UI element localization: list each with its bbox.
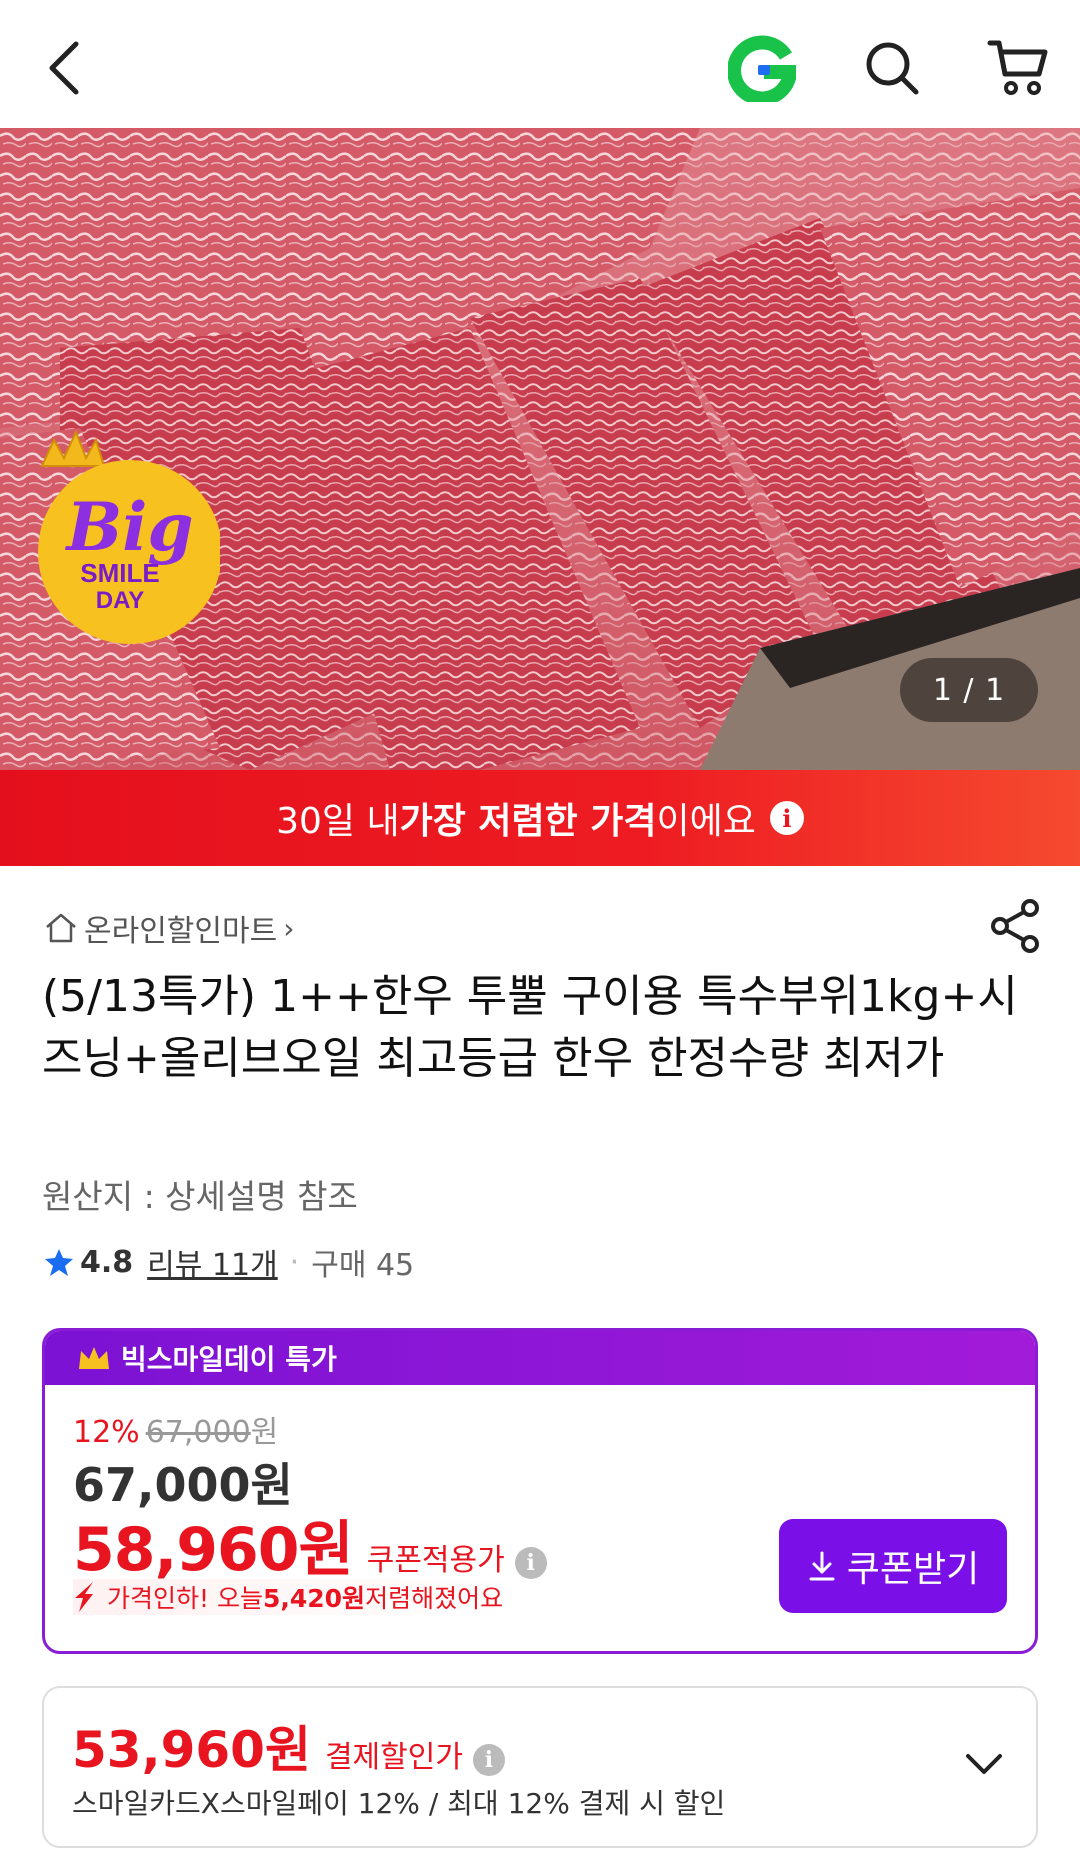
cart-icon xyxy=(987,40,1048,95)
banner-text-bold: 가장 저렴한 가격 xyxy=(399,801,657,842)
payment-discount-box[interactable]: 53,960원 결제할인가 i 스마일카드X스마일페이 12% / 최대 12%… xyxy=(42,1686,1038,1848)
big-smile-day-price-box: 빅스마일데이 특가 12% 67,000원 67,000원 58,960원 쿠폰적… xyxy=(42,1328,1038,1654)
original-price: 67,000 xyxy=(145,1415,251,1450)
image-counter: 1 / 1 xyxy=(900,658,1038,722)
promo-header-text: 빅스마일데이 특가 xyxy=(121,1343,337,1376)
search-button[interactable] xyxy=(852,28,932,108)
get-coupon-label: 쿠폰받기 xyxy=(846,1549,980,1590)
rating-score: 4.8 xyxy=(80,1244,134,1280)
info-icon[interactable]: i xyxy=(769,801,804,835)
chevron-down-icon xyxy=(966,1754,1002,1774)
coupon-price-label: 쿠폰적용가 xyxy=(366,1543,505,1578)
price-drop-pre: 가격인하! 오늘 xyxy=(107,1584,263,1613)
reviews-link[interactable]: 리뷰 11개 xyxy=(147,1240,278,1284)
promo-header: 빅스마일데이 특가 xyxy=(45,1331,1035,1385)
share-icon xyxy=(991,899,1039,953)
discount-percent: 12% xyxy=(73,1415,140,1450)
share-button[interactable] xyxy=(988,898,1044,954)
badge-big-text: Big xyxy=(64,488,193,566)
banner-text-post: 이에요 xyxy=(656,801,756,842)
expand-button[interactable] xyxy=(954,1734,1014,1794)
payment-price-row: 53,960원 결제할인가 i xyxy=(72,1710,505,1782)
coupon-price: 58,960원 xyxy=(73,1515,354,1585)
rating-row: 4.8 리뷰 11개 · 구매 45 xyxy=(44,1240,414,1284)
lowest-price-banner: 30일 내 가장 저렴한 가격 이에요 i xyxy=(0,770,1080,866)
separator-dot: · xyxy=(289,1244,300,1280)
coupon-price-row: 58,960원 쿠폰적용가 i xyxy=(73,1501,547,1588)
price-down-arrow-icon xyxy=(75,1582,93,1612)
top-bar xyxy=(0,0,1080,128)
big-smile-day-badge: Big SMILE DAY xyxy=(30,412,222,652)
banner-text-pre: 30일 내 xyxy=(276,801,400,842)
home-icon xyxy=(46,913,76,943)
purchase-count: 구매 45 xyxy=(311,1248,415,1283)
price-drop-amount: 5,420원 xyxy=(262,1584,366,1613)
get-coupon-button[interactable]: 쿠폰받기 xyxy=(779,1519,1007,1613)
discount-row: 12% 67,000원 xyxy=(73,1407,278,1451)
gmarket-logo-button[interactable] xyxy=(722,28,802,108)
won-unit: 원 xyxy=(250,1415,279,1450)
back-button[interactable] xyxy=(24,28,104,108)
info-icon[interactable]: i xyxy=(472,1744,505,1776)
payment-discount-desc: 스마일카드X스마일페이 12% / 최대 12% 결제 시 할인 xyxy=(72,1787,726,1820)
price-drop-notice: 가격인하! 오늘 5,420원 저렴해졌어요 xyxy=(73,1579,514,1615)
origin-info: 원산지 : 상세설명 참조 xyxy=(42,1177,358,1216)
chevron-left-icon xyxy=(49,41,79,95)
chevron-right-icon: › xyxy=(283,911,295,945)
seller-name: 온라인할인마트 xyxy=(84,914,278,949)
cart-button[interactable] xyxy=(978,28,1058,108)
badge-day-text: DAY xyxy=(96,587,144,614)
price-drop-post: 저렴해졌어요 xyxy=(365,1584,504,1613)
info-icon[interactable]: i xyxy=(514,1547,547,1579)
seller-link[interactable]: 온라인할인마트 › xyxy=(44,906,294,950)
search-icon xyxy=(866,42,919,95)
payment-price: 53,960원 xyxy=(72,1721,311,1779)
g-logo-icon xyxy=(728,35,796,102)
download-icon xyxy=(809,1551,835,1581)
payment-price-label: 결제할인가 xyxy=(324,1740,463,1775)
product-title: (5/13특가) 1++한우 투뿔 구이용 특수부위1kg+시즈닝+올리브오일 … xyxy=(42,971,1018,1084)
star-icon xyxy=(45,1249,73,1276)
badge-smile-text: SMILE xyxy=(80,558,159,588)
crown-icon xyxy=(79,1347,109,1369)
